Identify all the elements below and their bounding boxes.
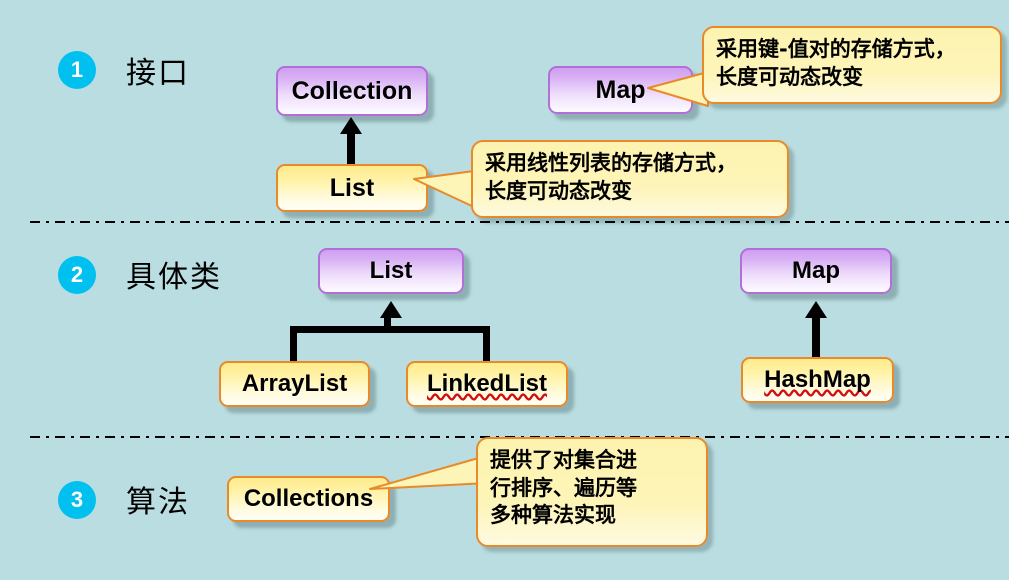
node-hashmap-label: HashMap (764, 366, 871, 393)
callout-map: 采用键-值对的存储方式， 长度可动态改变 (702, 26, 1002, 104)
connector-drop-linkedlist (483, 326, 490, 366)
section-badge-2: 2 (58, 256, 96, 294)
arrowhead-hashmap-to-map (805, 301, 827, 318)
callout-collections-line-3: 多种算法实现 (490, 503, 616, 528)
callout-map-line-1: 采用键-值对的存储方式， (716, 37, 956, 61)
connector-drop-arraylist (290, 326, 297, 366)
callout-list-line-2: 长度可动态改变 (485, 178, 632, 203)
node-list-interface[interactable]: List (276, 164, 428, 212)
node-list-interface-label: List (329, 173, 375, 202)
node-arraylist[interactable]: ArrayList (219, 361, 370, 407)
node-collection[interactable]: Collection (276, 66, 428, 116)
section-badge-1: 1 (58, 51, 96, 89)
node-linkedlist[interactable]: LinkedList (406, 361, 568, 407)
callout-list: 采用线性列表的存储方式， 长度可动态改变 (471, 140, 789, 218)
section-title-2: 具体类 (126, 260, 222, 295)
node-map-class-label: Map (792, 257, 840, 284)
node-list-class[interactable]: List (318, 248, 464, 294)
node-list-class-label: List (369, 257, 413, 284)
node-hashmap[interactable]: HashMap (741, 357, 894, 403)
section-title-1: 接口 (126, 56, 190, 91)
arrowhead-list-to-collection (340, 117, 362, 134)
node-collection-label: Collection (291, 76, 413, 105)
connector-bar-list (290, 326, 490, 333)
callout-list-line-1: 采用线性列表的存储方式， (485, 151, 737, 175)
section-title-3: 算法 (126, 485, 190, 520)
callout-map-line-2: 长度可动态改变 (716, 64, 863, 89)
connector-list-to-collection (347, 132, 355, 168)
node-map-interface-label: Map (595, 75, 646, 104)
node-arraylist-label: ArrayList (241, 370, 348, 397)
node-map-class[interactable]: Map (740, 248, 892, 294)
callout-collections-line-2: 行排序、遍历等 (490, 475, 637, 500)
callout-collections: 提供了对集合进 行排序、遍历等 多种算法实现 (476, 437, 708, 547)
divider-1 (30, 221, 1009, 223)
diagram-canvas: 1 接口 Collection List Map 采用键-值对的存储方式， 长度… (0, 0, 1009, 580)
section-badge-3: 3 (58, 481, 96, 519)
node-linkedlist-label: LinkedList (426, 370, 547, 397)
node-collections-label: Collections (243, 485, 374, 512)
callout-collections-line-1: 提供了对集合进 (490, 448, 637, 472)
